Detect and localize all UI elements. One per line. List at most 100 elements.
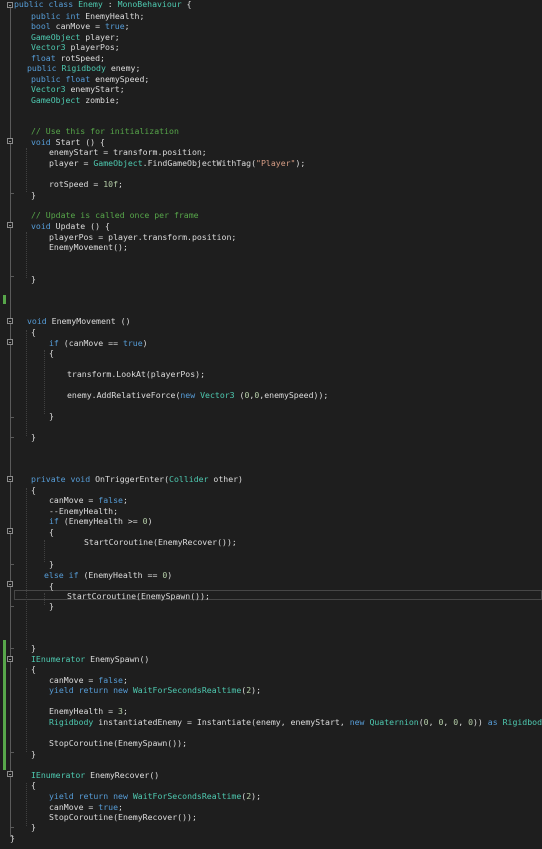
- code-line[interactable]: yield return new WaitForSecondsRealtime(…: [49, 685, 261, 696]
- code-token: class: [48, 0, 74, 9]
- code-line[interactable]: GameObject zombie;: [31, 95, 120, 106]
- code-line[interactable]: canMove = false;: [49, 675, 128, 686]
- code-line[interactable]: }: [49, 411, 54, 422]
- code-line[interactable]: StartCoroutine(EnemyRecover());: [84, 537, 237, 548]
- code-token: Rigidbody: [49, 717, 94, 727]
- code-line[interactable]: {: [31, 485, 36, 496]
- code-line[interactable]: }: [31, 822, 36, 833]
- code-line[interactable]: {: [49, 527, 54, 538]
- code-line[interactable]: if (canMove == true): [49, 338, 148, 349]
- code-token: }: [31, 822, 36, 832]
- code-line[interactable]: IEnumerator EnemyRecover(): [31, 770, 159, 781]
- code-line[interactable]: public class Enemy : MonoBehaviour {: [14, 0, 192, 10]
- code-line[interactable]: canMove = false;: [49, 495, 128, 506]
- code-line[interactable]: }: [31, 749, 36, 760]
- code-token: }: [31, 190, 36, 200]
- code-token: StopCoroutine(EnemySpawn());: [49, 738, 188, 748]
- code-line[interactable]: {: [31, 664, 36, 675]
- code-token: instantiatedEnemy = Instantiate(enemy, e…: [93, 717, 350, 727]
- code-token: );: [251, 791, 262, 801]
- code-token: }: [49, 559, 54, 569]
- code-line[interactable]: void Start () {: [31, 137, 105, 148]
- code-line[interactable]: }: [31, 643, 36, 654]
- code-token: --EnemyHealth;: [49, 506, 119, 516]
- code-token: Rigidbody: [502, 717, 542, 727]
- outline-line: [10, 144, 11, 193]
- code-token: playerPos = player.transform.position;: [49, 232, 237, 242]
- code-line[interactable]: if (EnemyHealth >= 0): [49, 516, 153, 527]
- code-line[interactable]: void EnemyMovement (): [27, 316, 131, 327]
- indent-guide: [44, 540, 45, 562]
- code-token: IEnumerator: [31, 770, 86, 780]
- code-line[interactable]: StopCoroutine(EnemySpawn());: [49, 738, 187, 749]
- code-line[interactable]: void Update () {: [31, 221, 110, 232]
- code-line[interactable]: Rigidbody instantiatedEnemy = Instantiat…: [49, 717, 542, 728]
- code-token: transform.LookAt(playerPos);: [67, 369, 206, 379]
- code-line[interactable]: public Rigidbody enemy;: [27, 63, 140, 74]
- code-editor[interactable]: public class Enemy : MonoBehaviour {publ…: [0, 0, 542, 849]
- code-line[interactable]: --EnemyHealth;: [49, 506, 118, 517]
- code-line[interactable]: public int EnemyHealth;: [31, 11, 144, 22]
- code-token: int: [65, 11, 81, 21]
- code-token: ,: [428, 717, 439, 727]
- code-line[interactable]: yield return new WaitForSecondsRealtime(…: [49, 791, 261, 802]
- code-line[interactable]: }: [49, 601, 54, 612]
- code-line[interactable]: float rotSpeed;: [31, 53, 105, 64]
- code-line[interactable]: playerPos = player.transform.position;: [49, 232, 236, 243]
- code-token: StartCoroutine(EnemySpawn());: [67, 591, 210, 601]
- code-token: ;: [122, 706, 128, 716]
- code-token: new: [180, 390, 196, 400]
- code-token: );: [251, 685, 262, 695]
- code-line[interactable]: bool canMove = true;: [31, 21, 130, 32]
- code-token: ): [147, 516, 153, 526]
- code-line[interactable]: EnemyHealth = 3;: [49, 706, 128, 717]
- code-token: public: [31, 74, 61, 84]
- code-line[interactable]: canMove = true;: [49, 802, 123, 813]
- code-line[interactable]: transform.LookAt(playerPos);: [67, 369, 205, 380]
- code-line[interactable]: }: [31, 432, 36, 443]
- code-line[interactable]: GameObject player;: [31, 32, 120, 43]
- code-line[interactable]: }: [31, 274, 36, 285]
- code-line[interactable]: IEnumerator EnemySpawn(): [31, 654, 149, 665]
- code-line[interactable]: {: [49, 581, 54, 592]
- code-token: yield: [49, 791, 74, 801]
- code-token: Enemy: [78, 0, 103, 9]
- outline-end: [10, 648, 14, 649]
- code-line[interactable]: {: [31, 780, 36, 791]
- code-line[interactable]: enemyStart = transform.position;: [49, 147, 207, 158]
- code-line[interactable]: }: [31, 190, 36, 201]
- outline-end: [10, 193, 14, 194]
- code-token: void: [31, 137, 51, 147]
- code-line[interactable]: {: [31, 327, 36, 338]
- code-line[interactable]: rotSpeed = 10f;: [49, 179, 123, 190]
- outline-line: [10, 228, 11, 276]
- code-line[interactable]: {: [49, 348, 54, 359]
- code-line[interactable]: // Use this for initialization: [31, 126, 179, 137]
- code-line[interactable]: enemy.AddRelativeForce(new Vector3 (0,0,…: [67, 390, 328, 401]
- code-token: .FindGameObjectWithTag(: [142, 158, 257, 168]
- code-line[interactable]: private void OnTriggerEnter(Collider oth…: [31, 474, 243, 485]
- code-line[interactable]: player = GameObject.FindGameObjectWithTa…: [49, 158, 305, 169]
- outline-line: [10, 534, 11, 564]
- code-line[interactable]: }: [10, 833, 15, 844]
- code-line[interactable]: Vector3 enemyStart;: [31, 84, 125, 95]
- outline-margin: [7, 0, 15, 849]
- code-token: EnemySpawn(): [85, 654, 150, 664]
- code-line[interactable]: // Update is called once per frame: [31, 210, 199, 221]
- code-line[interactable]: StartCoroutine(EnemySpawn());: [67, 591, 210, 602]
- code-line[interactable]: EnemyMovement();: [49, 242, 128, 253]
- code-line[interactable]: StopCoroutine(EnemyRecover());: [49, 812, 197, 823]
- code-token: player;: [80, 32, 120, 42]
- code-line[interactable]: Vector3 playerPos;: [31, 42, 120, 53]
- code-token: ): [142, 338, 148, 348]
- code-token: {: [49, 581, 54, 591]
- outline-line: [10, 482, 11, 648]
- code-line[interactable]: }: [49, 559, 54, 570]
- code-token: StartCoroutine(EnemyRecover());: [84, 537, 237, 547]
- code-token: // Update is called once per frame: [31, 210, 199, 220]
- code-token: }: [31, 749, 36, 759]
- outline-end: [10, 752, 14, 753]
- code-line[interactable]: else if (EnemyHealth == 0): [44, 570, 172, 581]
- code-line[interactable]: public float enemySpeed;: [31, 74, 149, 85]
- code-token: Update () {: [50, 221, 110, 231]
